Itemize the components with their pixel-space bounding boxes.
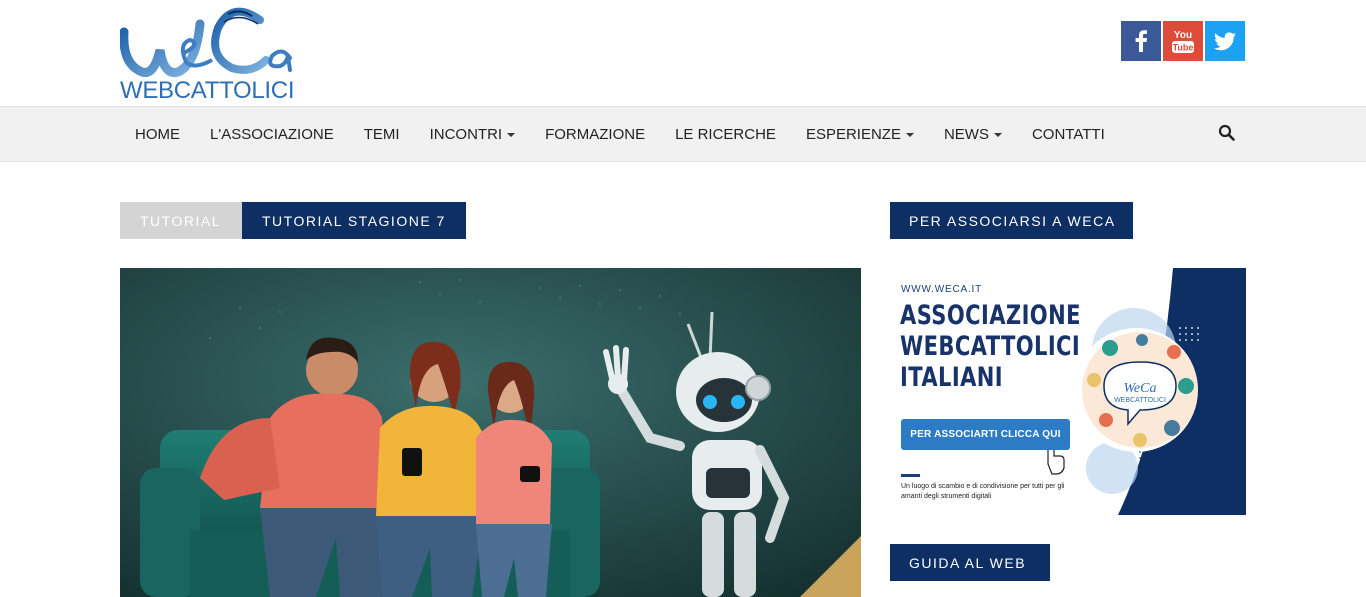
banner-divider xyxy=(901,474,920,477)
featured-image[interactable] xyxy=(120,268,861,597)
sidebar-title-associate: PER ASSOCIARSI A WECA xyxy=(890,202,1133,239)
svg-text:WeCa: WeCa xyxy=(1124,381,1157,396)
nav-item-temi[interactable]: TEMI xyxy=(349,126,415,143)
family-robot-illustration xyxy=(120,268,861,597)
nav-item-home[interactable]: HOME xyxy=(120,126,195,143)
youtube-icon: You Tube xyxy=(1172,30,1194,53)
nav-item-label: FORMAZIONE xyxy=(545,125,646,143)
nav-item-label: TEMI xyxy=(363,125,400,143)
nav-item-label: CONTATTI xyxy=(1031,125,1105,143)
nav-item-label: HOME xyxy=(135,125,180,143)
nav-item-incontri[interactable]: INCONTRI xyxy=(415,126,531,143)
caret-down-icon xyxy=(905,133,914,137)
logo-wordmark: WEBCATTOLICI xyxy=(120,77,295,104)
search-icon[interactable] xyxy=(1218,124,1236,142)
site-logo[interactable]: WEBCATTOLICI xyxy=(120,2,300,104)
nav-item-formazione[interactable]: FORMAZIONE xyxy=(530,126,660,143)
nav-item-label: LE RICERCHE xyxy=(675,125,776,143)
headline-line: ITALIANI xyxy=(900,362,1004,393)
banner-tagline: Un luogo di scambio e di condivisione pe… xyxy=(901,483,1065,500)
banner-cta-button[interactable]: PER ASSOCIARTI CLICCA QUI xyxy=(901,419,1070,450)
banner-headline: ASSOCIAZIONE WEBCATTOLICI ITALIANI xyxy=(900,300,1081,393)
twitter-icon xyxy=(1214,32,1236,51)
banner-url: WWW.WECA.IT xyxy=(901,284,983,295)
breadcrumb-category[interactable]: TUTORIAL xyxy=(120,202,242,239)
nav-item-news[interactable]: NEWS xyxy=(929,126,1017,143)
nav-item-label: NEWS xyxy=(943,125,989,143)
nav-menu: HOME L'ASSOCIAZIONE TEMI INCONTRI FORMAZ… xyxy=(120,107,1120,161)
nav-item-esperienze[interactable]: ESPERIENZE xyxy=(791,126,929,143)
membership-banner[interactable]: WeCa WEBCATTOLICI WWW.WECA.IT ASSOCIAZIO… xyxy=(890,268,1246,515)
main-navigation: HOME L'ASSOCIAZIONE TEMI INCONTRI FORMAZ… xyxy=(0,106,1366,162)
nav-item-label: ESPERIENZE xyxy=(805,125,901,143)
svg-text:Tube: Tube xyxy=(1173,43,1194,53)
headline-line: ASSOCIAZIONE xyxy=(900,300,1081,331)
twitter-link[interactable] xyxy=(1205,21,1245,61)
svg-text:WEBCATTOLICI: WEBCATTOLICI xyxy=(1114,397,1166,404)
nav-item-contatti[interactable]: CONTATTI xyxy=(1017,126,1120,143)
facebook-link[interactable] xyxy=(1121,21,1161,61)
nav-item-associazione[interactable]: L'ASSOCIAZIONE xyxy=(195,126,349,143)
nav-item-le-ricerche[interactable]: LE RICERCHE xyxy=(660,126,791,143)
nav-item-label: L'ASSOCIAZIONE xyxy=(210,125,334,143)
logo-script-mark xyxy=(120,7,292,77)
caret-down-icon xyxy=(993,133,1002,137)
sidebar-title-guide: GUIDA AL WEB xyxy=(890,544,1050,581)
social-links: You Tube xyxy=(1121,21,1245,61)
nav-item-label: INCONTRI xyxy=(429,125,503,143)
headline-line: WEBCATTOLICI xyxy=(900,331,1081,362)
breadcrumb: TUTORIAL TUTORIAL STAGIONE 7 xyxy=(120,202,466,239)
youtube-link[interactable]: You Tube xyxy=(1163,21,1203,61)
caret-down-icon xyxy=(507,133,516,137)
svg-text:You: You xyxy=(1174,30,1192,41)
site-header: WEBCATTOLICI You Tube xyxy=(0,0,1366,106)
breadcrumb-subcategory[interactable]: TUTORIAL STAGIONE 7 xyxy=(242,202,466,239)
facebook-icon xyxy=(1135,30,1147,52)
